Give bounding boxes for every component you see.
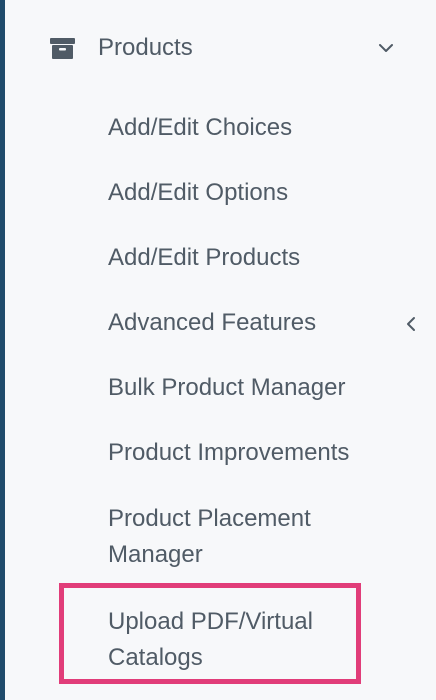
nav-item-add-edit-choices[interactable]: Add/Edit Choices xyxy=(108,110,292,146)
nav-item-label-line: Upload PDF/Virtual xyxy=(108,608,313,635)
nav-item-label-line: Product Placement xyxy=(108,505,311,532)
nav-item-add-edit-options[interactable]: Add/Edit Options xyxy=(108,175,288,211)
nav-item-bulk-product-manager[interactable]: Bulk Product Manager xyxy=(108,370,345,406)
archive-icon xyxy=(50,38,75,59)
nav-item-upload-pdf-virtual-catalogs[interactable]: Upload PDF/Virtual Catalogs xyxy=(108,604,313,676)
nav-item-advanced-features[interactable]: Advanced Features xyxy=(108,305,316,341)
chevron-down-icon[interactable] xyxy=(378,42,394,54)
nav-item-label-line: Catalogs xyxy=(108,644,203,671)
nav-group-label: Products xyxy=(98,34,193,61)
nav-item-product-placement-manager[interactable]: Product Placement Manager xyxy=(108,501,311,573)
nav-item-product-improvements[interactable]: Product Improvements xyxy=(108,435,349,471)
nav-item-label-line: Manager xyxy=(108,541,203,568)
sidebar-active-rail xyxy=(0,0,5,700)
nav-item-add-edit-products[interactable]: Add/Edit Products xyxy=(108,240,300,276)
chevron-left-icon[interactable] xyxy=(405,316,417,332)
nav-group-products[interactable]: Products xyxy=(5,18,436,80)
